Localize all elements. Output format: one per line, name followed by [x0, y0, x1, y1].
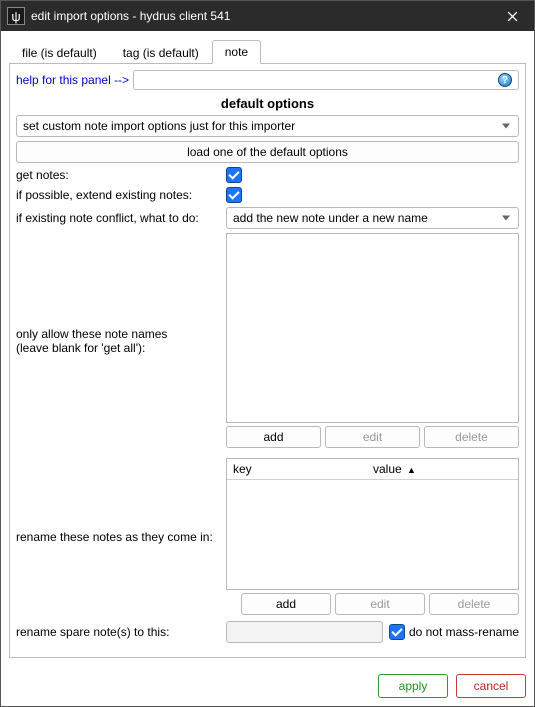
- rename-table-col-value-text: value: [373, 462, 402, 476]
- checkbox-do-not-mass-rename[interactable]: [389, 624, 405, 640]
- allow-list-section: only allow these note names (leave blank…: [16, 233, 519, 448]
- row-extend-existing: if possible, extend existing notes:: [16, 187, 519, 203]
- tab-note[interactable]: note: [212, 40, 261, 64]
- allow-list-add-button[interactable]: add: [226, 426, 321, 448]
- default-options-header: default options: [16, 94, 519, 111]
- rename-table-section: rename these notes as they come in: key …: [16, 458, 519, 615]
- combo-conflict-value: add the new note under a new name: [233, 211, 428, 225]
- allow-list-delete-button[interactable]: delete: [424, 426, 519, 448]
- label-spare-rename: rename spare note(s) to this:: [16, 625, 220, 639]
- tab-panel-note: help for this panel --> ? default option…: [9, 63, 526, 658]
- label-do-not-mass-rename: do not mass-rename: [409, 625, 519, 639]
- label-conflict: if existing note conflict, what to do:: [16, 211, 220, 225]
- sort-ascending-icon: ▲: [407, 465, 416, 475]
- rename-table-controls: key value ▲ add edit delete: [226, 458, 519, 615]
- label-allow-list-line2: (leave blank for 'get all'):: [16, 341, 145, 355]
- app-icon: ψ: [7, 7, 25, 25]
- close-icon[interactable]: [490, 1, 534, 31]
- load-default-button[interactable]: load one of the default options: [16, 141, 519, 163]
- allow-list-buttons: add edit delete: [226, 426, 519, 448]
- rename-table[interactable]: key value ▲: [226, 458, 519, 590]
- checkbox-get-notes[interactable]: [226, 167, 242, 183]
- allow-list-box[interactable]: [226, 233, 519, 423]
- allow-list-controls: add edit delete: [226, 233, 519, 448]
- label-extend-existing: if possible, extend existing notes:: [16, 188, 220, 202]
- rename-table-header: key value ▲: [227, 459, 518, 480]
- rename-table-add-button[interactable]: add: [241, 593, 331, 615]
- row-conflict: if existing note conflict, what to do: a…: [16, 207, 519, 229]
- row-get-notes: get notes:: [16, 167, 519, 183]
- rename-table-delete-button[interactable]: delete: [429, 593, 519, 615]
- help-box[interactable]: ?: [133, 70, 519, 90]
- rename-table-edit-button[interactable]: edit: [335, 593, 425, 615]
- tab-file[interactable]: file (is default): [9, 41, 110, 64]
- row-spare-rename: rename spare note(s) to this: do not mas…: [16, 621, 519, 643]
- rename-table-col-value[interactable]: value ▲: [367, 459, 518, 479]
- label-get-notes: get notes:: [16, 168, 220, 182]
- label-allow-list: only allow these note names (leave blank…: [16, 233, 220, 448]
- apply-button[interactable]: apply: [378, 674, 448, 698]
- help-icon[interactable]: ?: [498, 73, 512, 87]
- tab-bar: file (is default) tag (is default) note: [9, 39, 526, 63]
- label-allow-list-line1: only allow these note names: [16, 327, 167, 341]
- window-root: ψ edit import options - hydrus client 54…: [0, 0, 535, 707]
- default-options-combo[interactable]: set custom note import options just for …: [16, 115, 519, 137]
- label-rename-table-text: rename these notes as they come in:: [16, 530, 213, 544]
- checkbox-extend-existing[interactable]: [226, 187, 242, 203]
- window-title: edit import options - hydrus client 541: [31, 9, 490, 23]
- input-spare-rename[interactable]: [226, 621, 383, 643]
- help-row: help for this panel --> ?: [16, 70, 519, 90]
- label-rename-table: rename these notes as they come in:: [16, 458, 220, 615]
- rename-table-col-key[interactable]: key: [227, 459, 367, 479]
- dialog-footer: apply cancel: [1, 666, 534, 706]
- client-area: file (is default) tag (is default) note …: [1, 31, 534, 666]
- tab-tag[interactable]: tag (is default): [110, 41, 212, 64]
- cancel-button[interactable]: cancel: [456, 674, 526, 698]
- checkbox-do-not-mass-rename-wrap[interactable]: do not mass-rename: [389, 624, 519, 640]
- titlebar: ψ edit import options - hydrus client 54…: [1, 1, 534, 31]
- help-link[interactable]: help for this panel -->: [16, 73, 129, 87]
- allow-list-edit-button[interactable]: edit: [325, 426, 420, 448]
- default-options-combo-value: set custom note import options just for …: [23, 119, 295, 133]
- rename-table-buttons: add edit delete: [226, 593, 519, 615]
- combo-conflict[interactable]: add the new note under a new name: [226, 207, 519, 229]
